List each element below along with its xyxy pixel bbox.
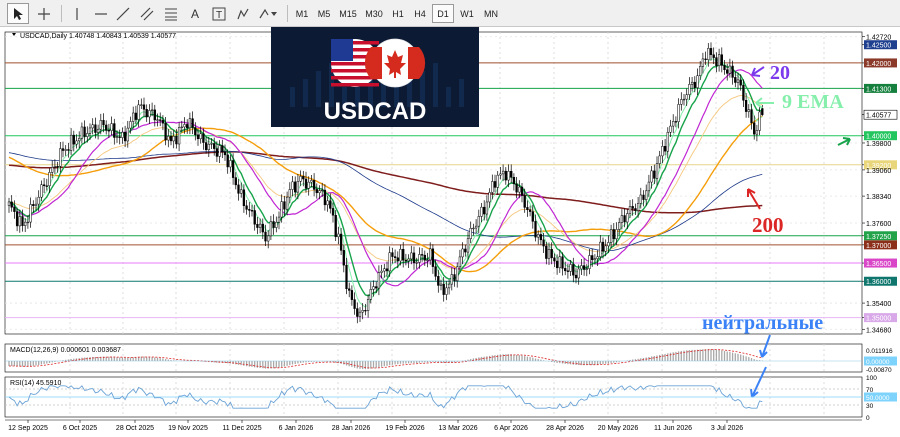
- price-label: 1.36000: [862, 276, 897, 286]
- chart-header: USDCAD,Daily 1.40748 1.40843 1.40539 1.4…: [12, 33, 176, 40]
- rsi-scale-label: 50.0000: [866, 395, 890, 402]
- timeframe-h1-button[interactable]: H1: [388, 4, 408, 23]
- usdcad-logo: USDCAD: [271, 27, 479, 127]
- date-label: 12 Sep 2025: [8, 425, 48, 432]
- svg-text:1.40577: 1.40577: [866, 113, 891, 120]
- svg-text:1.37000: 1.37000: [866, 243, 891, 250]
- logo-deco-bar: [459, 79, 464, 107]
- logo-deco-bar: [433, 63, 438, 107]
- annotation-text: 9 EMA: [782, 91, 844, 113]
- date-label: 20 May 2026: [598, 425, 639, 432]
- channel-icon[interactable]: [136, 3, 158, 24]
- chart-canvas[interactable]: USDCAD USDCAD,Daily 1.40748 1.40843 1.40…: [0, 27, 900, 437]
- date-label: 11 Dec 2025: [222, 425, 261, 432]
- trend-line-icon[interactable]: [112, 3, 134, 24]
- shapes-dropdown-icon[interactable]: [256, 3, 282, 24]
- svg-text:1.35000: 1.35000: [866, 316, 891, 323]
- svg-text:1.35400: 1.35400: [866, 301, 891, 308]
- text-label-icon[interactable]: T: [208, 3, 230, 24]
- macd-scale-label: 0.00000: [866, 359, 890, 366]
- price-label: 1.37000: [862, 240, 897, 250]
- svg-text:1.36000: 1.36000: [866, 279, 891, 286]
- chart-area[interactable]: USDCAD USDCAD,Daily 1.40748 1.40843 1.40…: [0, 27, 900, 437]
- price-label: 1.41300: [862, 83, 897, 93]
- date-label: 28 Jan 2026: [332, 425, 371, 432]
- price-label: 1.35000: [862, 313, 897, 323]
- svg-text:1.38340: 1.38340: [866, 194, 891, 201]
- logo-text: USDCAD: [324, 98, 427, 125]
- price-label: 1.40577: [862, 109, 898, 120]
- vertical-line-icon[interactable]: [66, 3, 88, 24]
- date-label: 19 Nov 2025: [168, 425, 208, 432]
- macd-scale-label: 0.011916: [866, 348, 893, 355]
- svg-text:1.39800: 1.39800: [866, 141, 891, 148]
- svg-text:1.41300: 1.41300: [866, 86, 891, 93]
- svg-text:T: T: [216, 10, 222, 21]
- logo-deco-bar: [303, 79, 308, 107]
- svg-text:1.39060: 1.39060: [866, 168, 891, 175]
- annotation-text: 200: [752, 213, 784, 237]
- svg-text:1.34680: 1.34680: [866, 327, 891, 334]
- price-label: 1.42000: [862, 58, 897, 68]
- logo-deco-bar: [446, 87, 451, 107]
- macd-scale-label: -0.00870: [866, 367, 892, 374]
- annotation-text: нейтральные: [702, 312, 823, 334]
- price-label: 1.39800: [862, 141, 891, 148]
- text-icon[interactable]: A: [184, 3, 206, 24]
- horizontal-line-icon[interactable]: [90, 3, 112, 24]
- price-label: 1.37600: [862, 221, 891, 228]
- price-label: 1.36500: [862, 258, 897, 268]
- price-label: 1.40000: [862, 131, 897, 141]
- svg-text:1.42500: 1.42500: [866, 43, 891, 50]
- svg-text:1.37600: 1.37600: [866, 221, 891, 228]
- svg-text:1.37250: 1.37250: [866, 234, 891, 241]
- svg-text:1.40000: 1.40000: [866, 134, 891, 141]
- timeframe-m5-button[interactable]: M5: [314, 4, 334, 23]
- toolbar: A T M1 M5 M15 M30 H1 H4 D1 W1 MN: [0, 0, 900, 27]
- logo-deco-bar: [316, 71, 321, 107]
- logo-deco-bar: [290, 87, 295, 107]
- fibonacci-icon[interactable]: [160, 3, 182, 24]
- symbol-header: USDCAD,Daily 1.40748 1.40843 1.40539 1.4…: [20, 33, 176, 40]
- date-label: 6 Apr 2026: [494, 425, 528, 432]
- date-label: 19 Feb 2026: [385, 425, 424, 432]
- svg-text:1.42000: 1.42000: [866, 61, 891, 68]
- annotation-text: 20: [770, 62, 790, 84]
- date-label: 3 Jul 2026: [711, 425, 743, 432]
- rsi-scale-label: 0: [866, 415, 870, 422]
- price-label: 1.42500: [862, 40, 897, 50]
- crosshair-icon[interactable]: [33, 3, 55, 24]
- timeframe-m15-button[interactable]: M15: [336, 4, 360, 23]
- price-label: 1.35400: [862, 301, 891, 308]
- timeframe-m30-button[interactable]: M30: [362, 4, 386, 23]
- date-label: 6 Jan 2026: [279, 425, 314, 432]
- cursor-arrow-icon[interactable]: [7, 3, 29, 24]
- date-label: 28 Oct 2025: [116, 425, 154, 432]
- price-label: 1.37250: [862, 231, 897, 241]
- rsi-scale-label: 30: [866, 403, 874, 410]
- svg-text:1.36500: 1.36500: [866, 261, 891, 268]
- price-label: 1.38340: [862, 194, 891, 201]
- date-label: 11 Jun 2026: [654, 425, 692, 432]
- timeframe-d1-button[interactable]: D1: [432, 4, 454, 23]
- timeframe-h4-button[interactable]: H4: [410, 4, 430, 23]
- timeframe-m1-button[interactable]: M1: [292, 4, 312, 23]
- macd-header: MACD(12,26,9) 0.000601 0.003687: [10, 347, 121, 354]
- price-label: 1.34680: [862, 327, 891, 334]
- timeframe-mn-button[interactable]: MN: [480, 4, 502, 23]
- date-label: 28 Apr 2026: [546, 425, 584, 432]
- timeframe-w1-button[interactable]: W1: [456, 4, 478, 23]
- toolbar-separator: [287, 5, 288, 22]
- gallery-icon[interactable]: [232, 3, 254, 24]
- rsi-scale-label: 100: [866, 375, 877, 382]
- date-label: 13 Mar 2026: [438, 425, 477, 432]
- toolbar-separator: [61, 5, 62, 22]
- price-label: 1.39060: [862, 168, 891, 175]
- date-label: 6 Oct 2025: [63, 425, 97, 432]
